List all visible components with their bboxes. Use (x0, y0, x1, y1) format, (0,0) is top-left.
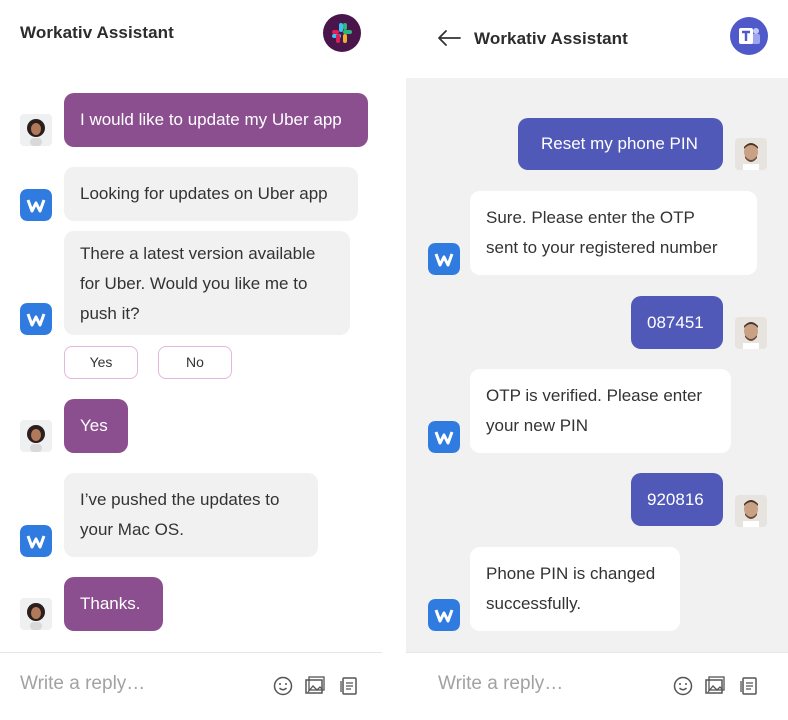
user-message: 087451 (631, 296, 723, 349)
message-line: push it? (80, 304, 140, 323)
user-message: I would like to update my Uber app (64, 93, 368, 147)
workativ-bot-avatar (428, 421, 460, 453)
reply-input[interactable]: Write a reply… (438, 673, 563, 695)
message-line: for Uber. Would you like me to (80, 274, 308, 293)
slack-chat-panel: Workativ Assistant I would like to updat… (0, 0, 382, 720)
message-line: your Mac OS. (80, 520, 184, 539)
message-text: 087451 (647, 313, 704, 332)
message-text: Yes (80, 416, 108, 435)
teams-icon[interactable] (730, 17, 768, 55)
workativ-bot-avatar (20, 189, 52, 221)
message-line: OTP is verified. Please enter (486, 386, 703, 405)
workativ-bot-avatar (20, 525, 52, 557)
message-text: Thanks. (80, 594, 141, 613)
bot-message: OTP is verified. Please enter your new P… (470, 369, 731, 453)
quick-reply-yes[interactable]: Yes (64, 346, 138, 379)
message-line: successfully. (486, 594, 582, 613)
attachment-icon[interactable] (338, 675, 360, 697)
user-avatar (735, 317, 767, 349)
user-message: Reset my phone PIN (518, 118, 723, 170)
workativ-bot-avatar (20, 303, 52, 335)
image-icon[interactable] (304, 675, 326, 697)
workativ-bot-avatar (428, 599, 460, 631)
bot-message: Sure. Please enter the OTP sent to your … (470, 191, 757, 275)
user-avatar (735, 138, 767, 170)
emoji-icon[interactable] (672, 675, 694, 697)
reply-input[interactable]: Write a reply… (20, 673, 145, 695)
message-line: sent to your registered number (486, 238, 718, 257)
user-avatar (20, 114, 52, 146)
message-text: Reset my phone PIN (541, 134, 698, 153)
teams-chat-panel: Workativ Assistant Reset my phone PIN Su… (406, 0, 788, 720)
user-message: Yes (64, 399, 128, 453)
message-line: Phone PIN is changed (486, 564, 656, 583)
chat-title: Workativ Assistant (474, 29, 628, 48)
message-text: I would like to update my Uber app (80, 110, 342, 129)
message-list[interactable]: I would like to update my Uber app Looki… (0, 76, 382, 652)
message-line: I’ve pushed the updates to (80, 490, 280, 509)
user-avatar (20, 598, 52, 630)
emoji-icon[interactable] (272, 675, 294, 697)
message-line: Sure. Please enter the OTP (486, 208, 695, 227)
bot-message: Phone PIN is changed successfully. (470, 547, 680, 631)
message-line: There a latest version available (80, 244, 316, 263)
workativ-bot-avatar (428, 243, 460, 275)
image-icon[interactable] (704, 675, 726, 697)
reply-composer[interactable]: Write a reply… (0, 652, 382, 720)
bot-message: Looking for updates on Uber app (64, 167, 358, 221)
quick-reply-no[interactable]: No (158, 346, 232, 379)
bot-message: There a latest version available for Ube… (64, 231, 350, 335)
bot-message: I’ve pushed the updates to your Mac OS. (64, 473, 318, 557)
user-message: Thanks. (64, 577, 163, 631)
user-avatar (735, 495, 767, 527)
chat-header: Workativ Assistant (0, 0, 382, 76)
message-text: 920816 (647, 490, 704, 509)
user-message: 920816 (631, 473, 723, 526)
chat-header: Workativ Assistant (406, 0, 788, 76)
message-text: Looking for updates on Uber app (80, 184, 328, 203)
back-arrow-icon[interactable] (436, 28, 462, 48)
message-list[interactable]: Reset my phone PIN Sure. Please enter th… (406, 78, 788, 652)
slack-icon[interactable] (323, 14, 361, 52)
attachment-icon[interactable] (738, 675, 760, 697)
panel-gap (382, 0, 406, 720)
user-avatar (20, 420, 52, 452)
message-line: your new PIN (486, 416, 589, 435)
reply-composer[interactable]: Write a reply… (406, 652, 788, 720)
chat-title: Workativ Assistant (20, 23, 174, 42)
